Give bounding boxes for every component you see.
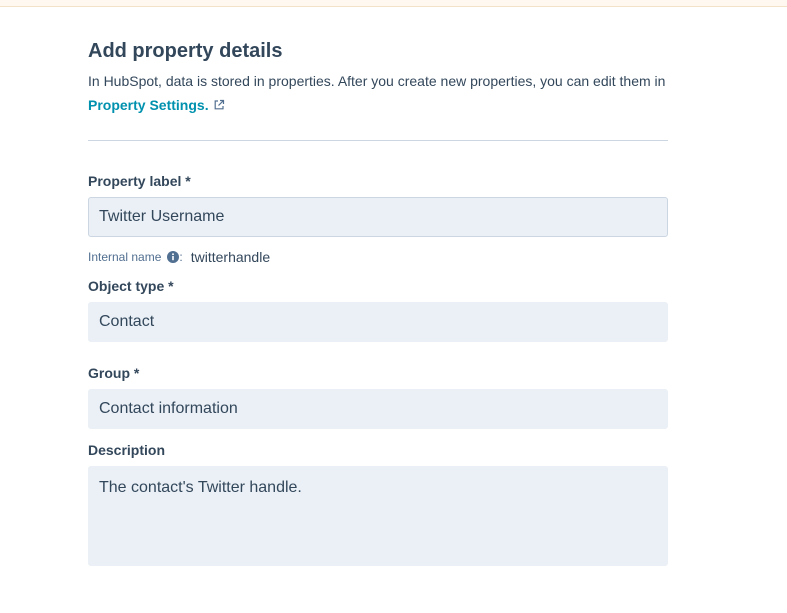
property-details-panel: Add property details In HubSpot, data is… xyxy=(88,38,668,566)
object-type-select[interactable]: Contact xyxy=(88,302,668,342)
intro-text: In HubSpot, data is stored in properties… xyxy=(88,69,668,117)
internal-name-separator: : xyxy=(179,250,183,264)
group-select[interactable]: Contact information xyxy=(88,389,668,429)
external-link-icon xyxy=(213,94,225,110)
info-icon[interactable] xyxy=(167,251,180,263)
top-banner-strip xyxy=(0,0,787,7)
internal-name-row: Internal name : twitterhandle xyxy=(88,249,668,265)
property-label-label: Property label * xyxy=(88,173,191,189)
intro-description: In HubSpot, data is stored in properties… xyxy=(88,73,666,89)
description-label: Description xyxy=(88,442,166,458)
description-textarea[interactable]: The contact's Twitter handle. xyxy=(88,466,668,566)
internal-name-label: Internal name xyxy=(88,250,162,264)
property-settings-link[interactable]: Property Settings. xyxy=(88,97,225,113)
group-label: Group * xyxy=(88,365,140,381)
property-label-input[interactable]: Twitter Username xyxy=(88,197,668,237)
internal-name-value: twitterhandle xyxy=(190,249,271,265)
section-divider xyxy=(88,140,668,141)
page-title: Add property details xyxy=(88,40,283,62)
property-settings-link-label: Property Settings. xyxy=(88,97,209,113)
object-type-label: Object type * xyxy=(88,278,174,294)
